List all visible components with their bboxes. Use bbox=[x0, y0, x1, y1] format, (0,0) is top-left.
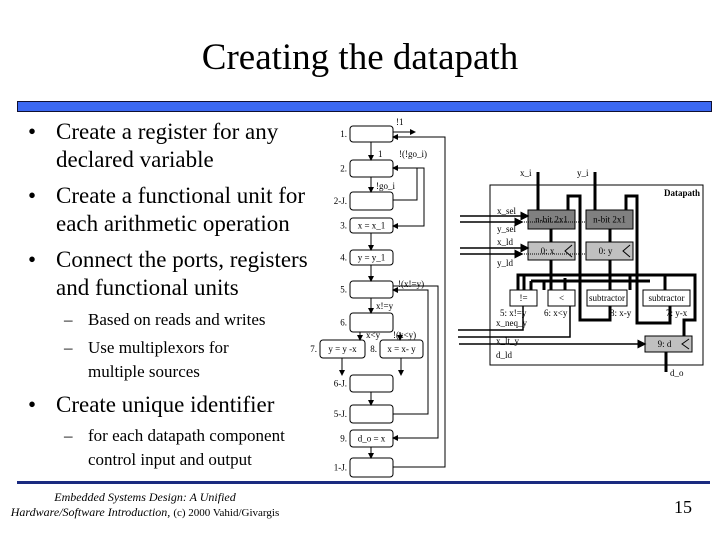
edge-label: !(x<y) bbox=[393, 330, 416, 340]
fsm-state-box bbox=[349, 374, 394, 393]
fsm-state-box bbox=[349, 404, 394, 424]
signal-label: d_o bbox=[670, 368, 684, 378]
signal-label: 7: y-x bbox=[666, 308, 688, 318]
fsm-state-id: 1-J. bbox=[334, 463, 347, 473]
slide: Creating the datapath • Create a register… bbox=[0, 0, 720, 540]
register-y-label: 0: y bbox=[599, 246, 613, 256]
signal-label: d_ld bbox=[496, 350, 513, 360]
fsm-state-id: 9. bbox=[340, 434, 347, 444]
fsm-transition bbox=[392, 134, 446, 468]
mux-y-label: n-bit 2x1 bbox=[593, 215, 626, 225]
signal-label: x_i bbox=[520, 168, 532, 178]
fsm-state-text: d_o = x bbox=[358, 434, 386, 444]
edge-label: x!=y bbox=[376, 301, 394, 311]
fsm-state-id: 7. bbox=[310, 344, 317, 354]
signal-label: x_sel bbox=[497, 206, 516, 216]
fsm-state-text: x = x_1 bbox=[358, 221, 386, 231]
comparator-lt-label: < bbox=[559, 293, 564, 303]
fsm-state-text: x = x- y bbox=[387, 344, 416, 354]
fsm-state-box bbox=[349, 457, 394, 478]
fsm-state-id: 8. bbox=[370, 344, 377, 354]
subtractor-y-x-label: subtractor bbox=[649, 293, 685, 303]
fsm-transition bbox=[392, 165, 418, 201]
edge-label: 1 bbox=[378, 149, 383, 159]
edge-label: !1 bbox=[396, 117, 404, 127]
signal-label: x_ld bbox=[497, 237, 514, 247]
fsm-state-text: y = y -x bbox=[328, 344, 357, 354]
fsm-state-box bbox=[349, 159, 394, 178]
comparator-neq-label: != bbox=[519, 293, 527, 303]
fsm-transition bbox=[392, 167, 425, 229]
fsm-state-box bbox=[349, 280, 394, 299]
fsm-state-id: 2. bbox=[340, 164, 347, 174]
subtractor-x-y-label: subtractor bbox=[589, 293, 625, 303]
diagram: 1. 2. 2-J. 3. x = x_1 4. y = y_1 5. 6. 7. y = y -x… bbox=[310, 117, 704, 478]
fsm-state-box bbox=[349, 191, 394, 211]
edge-label: !(x!=y) bbox=[398, 279, 424, 289]
fsm-state-id: 2-J. bbox=[334, 196, 347, 206]
register-d-label: 9: d bbox=[658, 339, 672, 349]
datapath-diagram: Datapathn-bit 2x1 n-bit 2x10: x 0: y!= < sub… bbox=[458, 168, 704, 378]
datapath-label: Datapath bbox=[664, 188, 700, 198]
edge-label: !(!go_i) bbox=[399, 149, 427, 159]
fsm-state-id: 5. bbox=[340, 285, 347, 295]
fsm-transition bbox=[392, 285, 439, 441]
fsm-state-box bbox=[349, 125, 394, 143]
signal-label: 6: x<y bbox=[544, 308, 568, 318]
mux-x-label: n-bit 2x1 bbox=[535, 215, 568, 225]
edge-label: x<y bbox=[366, 330, 381, 340]
fsm-state-text: y = y_1 bbox=[358, 253, 386, 263]
edge-label: !go_i bbox=[376, 181, 395, 191]
fsm-state-id: 1. bbox=[340, 129, 347, 139]
fsm-state-id: 3. bbox=[340, 221, 347, 231]
fsm-state-id: 5-J. bbox=[334, 409, 347, 419]
fsm-state-id: 4. bbox=[340, 253, 347, 263]
fsm-state-id: 6-J. bbox=[334, 379, 347, 389]
fsm-state-id: 6. bbox=[340, 318, 347, 328]
signal-label: 8: x-y bbox=[610, 308, 632, 318]
signal-label: y_ld bbox=[497, 258, 514, 268]
signal-label: y_i bbox=[577, 168, 589, 178]
signal-label: y_sel bbox=[497, 224, 516, 234]
